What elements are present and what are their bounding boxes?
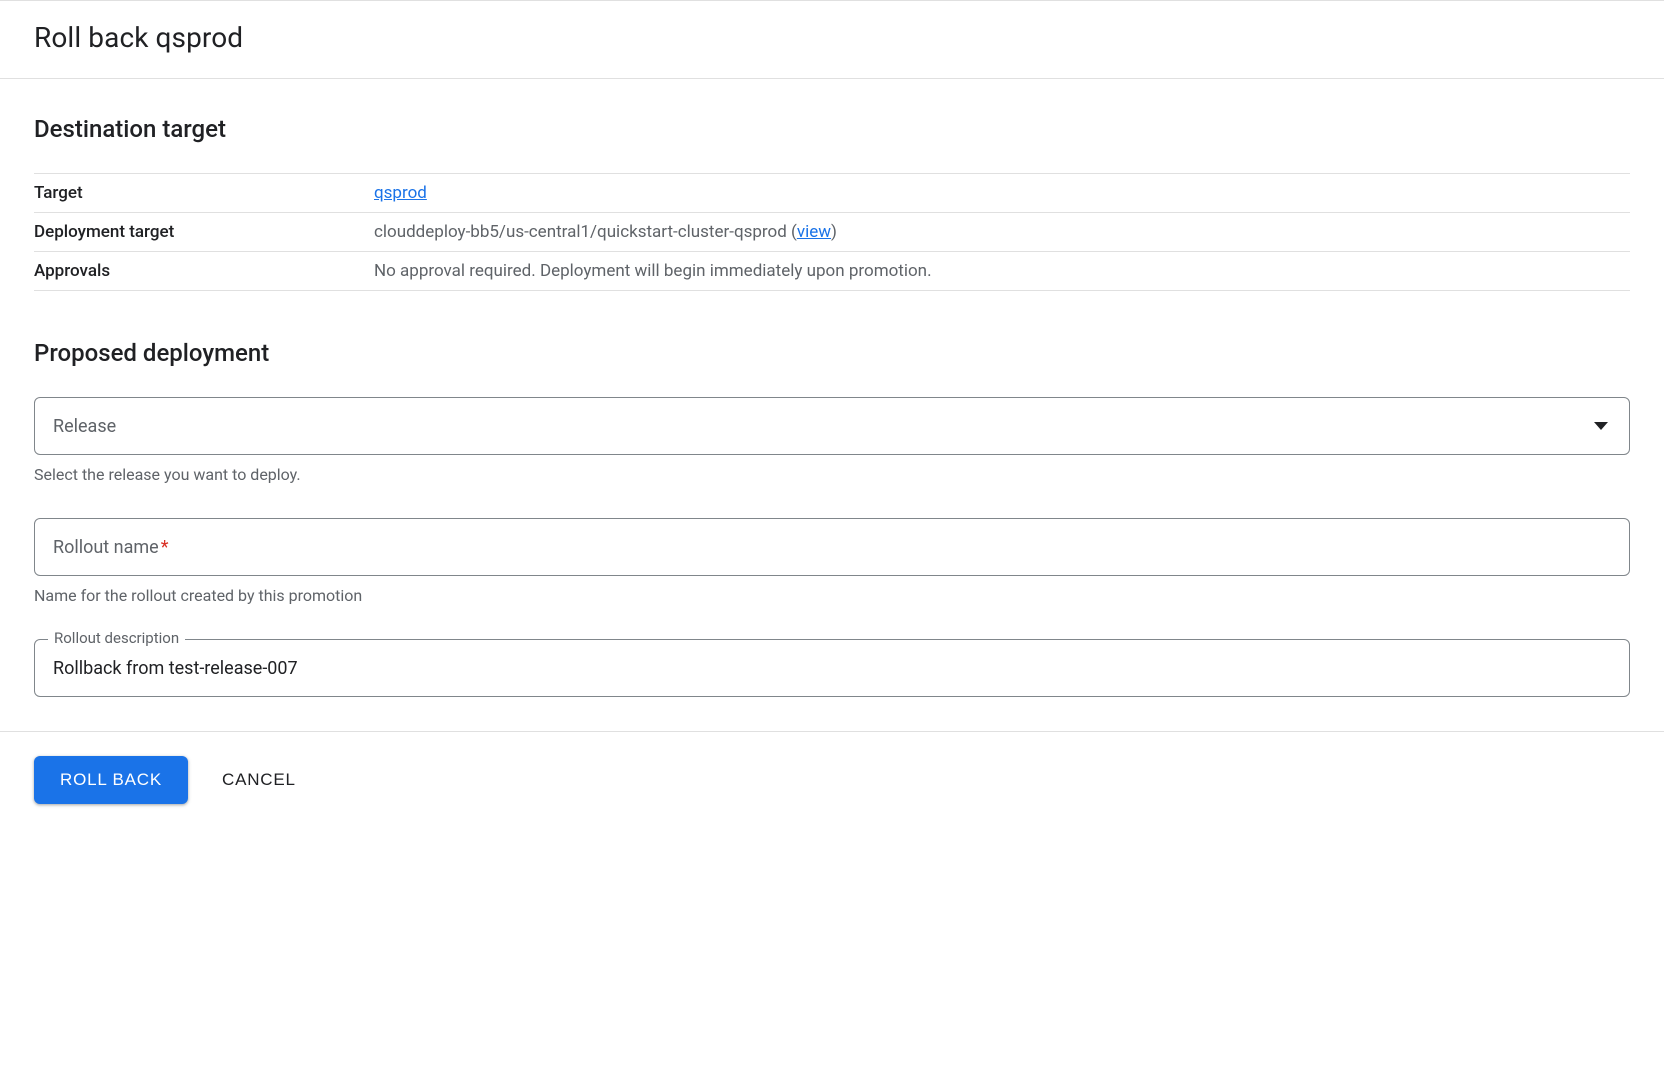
approvals-row: Approvals No approval required. Deployme…: [34, 252, 1630, 291]
release-placeholder: Release: [53, 416, 116, 437]
release-select[interactable]: Release: [34, 397, 1630, 455]
rollout-description-label: Rollout description: [48, 629, 185, 647]
deployment-target-label: Deployment target: [34, 213, 374, 252]
rollout-description-value: Rollback from test-release-007: [53, 658, 298, 679]
dialog-title: Roll back qsprod: [34, 21, 1630, 54]
deployment-target-value-cell: clouddeploy-bb5/us-central1/quickstart-c…: [374, 213, 1630, 252]
release-helper: Select the release you want to deploy.: [34, 465, 1630, 484]
dialog-header: Roll back qsprod: [0, 0, 1664, 79]
dialog-content: Destination target Target qsprod Deploym…: [0, 79, 1664, 697]
release-form-group: Release Select the release you want to d…: [34, 397, 1630, 484]
deployment-target-text: clouddeploy-bb5/us-central1/quickstart-c…: [374, 222, 797, 242]
destination-target-heading: Destination target: [34, 115, 1630, 143]
approvals-label: Approvals: [34, 252, 374, 291]
destination-target-table: Target qsprod Deployment target clouddep…: [34, 173, 1630, 291]
deployment-target-suffix: ): [831, 222, 837, 242]
target-link[interactable]: qsprod: [374, 183, 427, 203]
rollout-name-input[interactable]: Rollout name*: [34, 518, 1630, 576]
deployment-target-view-link[interactable]: view: [797, 222, 831, 242]
deployment-target-row: Deployment target clouddeploy-bb5/us-cen…: [34, 213, 1630, 252]
dialog-footer: ROLL BACK CANCEL: [0, 731, 1664, 844]
cancel-button[interactable]: CANCEL: [222, 756, 296, 804]
release-select-wrap: Release: [34, 397, 1630, 455]
rollout-description-input[interactable]: Rollback from test-release-007: [34, 639, 1630, 697]
rollout-name-field: Rollout name*: [34, 518, 1630, 576]
rollout-name-helper: Name for the rollout created by this pro…: [34, 586, 1630, 605]
rollout-description-form-group: Rollout description Rollback from test-r…: [34, 639, 1630, 697]
target-row: Target qsprod: [34, 174, 1630, 213]
target-value-cell: qsprod: [374, 174, 1630, 213]
proposed-deployment-heading: Proposed deployment: [34, 339, 1630, 367]
rollout-description-field: Rollout description Rollback from test-r…: [34, 639, 1630, 697]
target-label: Target: [34, 174, 374, 213]
rollout-name-placeholder: Rollout name: [53, 537, 159, 558]
approvals-value: No approval required. Deployment will be…: [374, 252, 1630, 291]
roll-back-button[interactable]: ROLL BACK: [34, 756, 188, 804]
rollout-name-form-group: Rollout name* Name for the rollout creat…: [34, 518, 1630, 605]
required-asterisk: *: [161, 537, 169, 558]
